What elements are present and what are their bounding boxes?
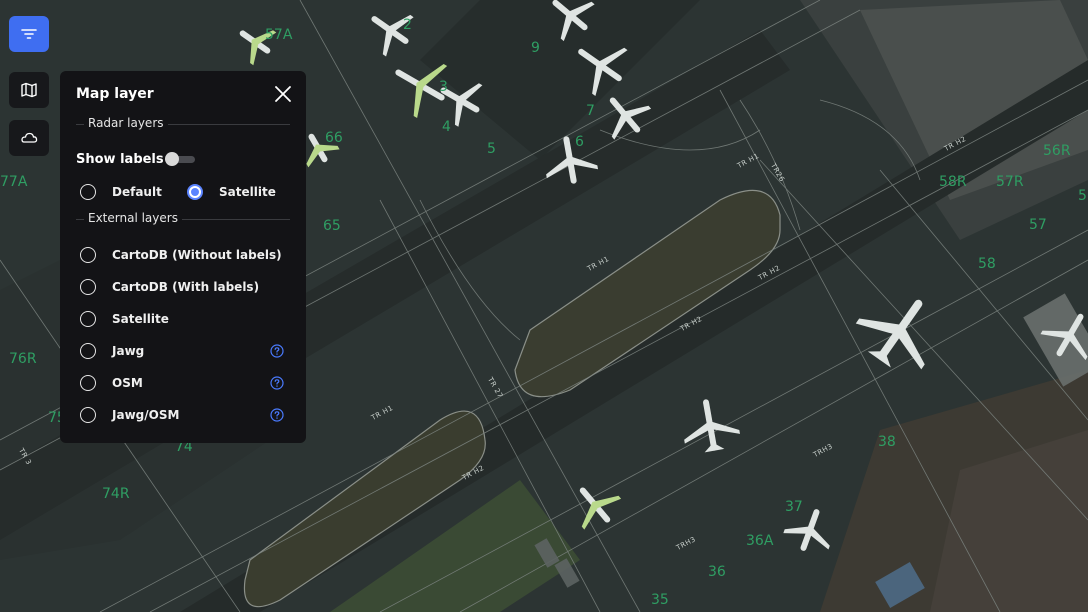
stand-label: 74R xyxy=(102,486,130,502)
stand-label: 38 xyxy=(878,434,896,450)
radio-cartodb-nolabels-label: CartoDB (Without labels) xyxy=(112,248,282,262)
stand-label: 5 xyxy=(487,141,496,157)
radio-jawg-osm[interactable] xyxy=(80,407,96,423)
map-icon xyxy=(21,82,37,98)
close-button[interactable] xyxy=(273,84,293,104)
stand-label: 7 xyxy=(586,103,595,119)
panel-title: Map layer xyxy=(76,86,154,102)
stand-label: 58R xyxy=(939,174,967,190)
stand-label: 36 xyxy=(708,564,726,580)
radio-osm-label: OSM xyxy=(112,376,143,390)
radio-default[interactable] xyxy=(80,184,96,200)
stand-label: 76R xyxy=(9,351,37,367)
stand-label: 36A xyxy=(746,533,774,549)
stand-label: 9 xyxy=(531,40,540,56)
radar-layers-heading: Radar layers xyxy=(84,116,168,130)
radio-satellite-external[interactable] xyxy=(80,311,96,327)
filter-icon xyxy=(21,29,37,39)
stand-label: 6 xyxy=(575,134,584,150)
radar-layers-divider: Radar layers xyxy=(76,116,290,130)
radio-satellite-radar-label: Satellite xyxy=(219,185,276,199)
help-icon[interactable] xyxy=(270,376,284,390)
radio-cartodb-labels[interactable] xyxy=(80,279,96,295)
close-icon xyxy=(275,86,291,102)
external-layers-divider: External layers xyxy=(76,211,290,225)
stand-label: 3 xyxy=(439,79,448,95)
stand-label: 57 xyxy=(1029,217,1047,233)
radio-jawg-label: Jawg xyxy=(112,344,145,358)
toggle-thumb xyxy=(165,152,179,166)
radio-satellite-external-label: Satellite xyxy=(112,312,169,326)
map-layer-button[interactable] xyxy=(9,72,49,108)
stand-label: 37 xyxy=(785,499,803,515)
cloud-icon xyxy=(21,132,38,143)
radio-jawg-osm-label: Jawg/OSM xyxy=(112,408,180,422)
radio-osm[interactable] xyxy=(80,375,96,391)
radio-cartodb-nolabels[interactable] xyxy=(80,247,96,263)
radio-cartodb-labels-label: CartoDB (With labels) xyxy=(112,280,260,294)
stand-label: 35 xyxy=(651,592,669,608)
weather-button[interactable] xyxy=(9,120,49,156)
stand-label: 66 xyxy=(325,130,343,146)
radio-jawg[interactable] xyxy=(80,343,96,359)
stand-label: 77A xyxy=(0,174,28,190)
filter-button[interactable] xyxy=(9,16,49,52)
help-icon[interactable] xyxy=(270,344,284,358)
help-icon[interactable] xyxy=(270,408,284,422)
show-labels-label: Show labels xyxy=(76,152,164,167)
show-labels-toggle[interactable] xyxy=(165,152,195,166)
stand-label: 57R xyxy=(996,174,1024,190)
stand-label: 4 xyxy=(442,119,451,135)
stand-label: 2 xyxy=(403,17,412,33)
stand-label: 58 xyxy=(978,256,996,272)
stand-label: 5 xyxy=(1078,188,1087,204)
radio-satellite-radar[interactable] xyxy=(187,184,203,200)
radio-default-label: Default xyxy=(112,185,162,199)
stand-label: 57A xyxy=(265,27,293,43)
stand-label: 65 xyxy=(323,218,341,234)
stand-label: 56R xyxy=(1043,143,1071,159)
map-layer-panel: Map layer Radar layers Show labels Defau… xyxy=(60,71,306,443)
external-layers-heading: External layers xyxy=(84,211,182,225)
